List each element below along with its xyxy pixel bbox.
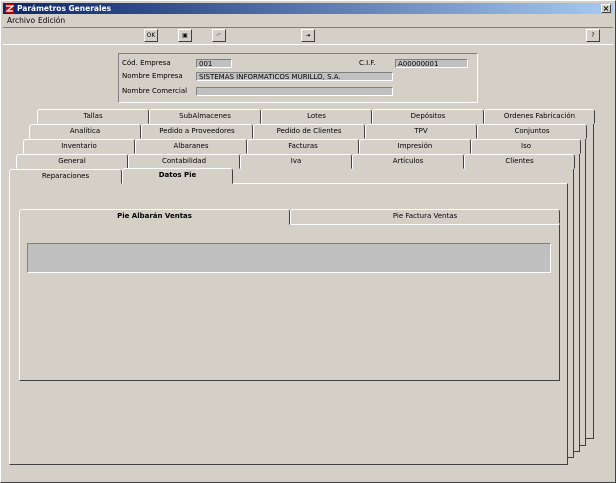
tab-analitica[interactable]: Analítica (29, 124, 141, 139)
menu-edicion[interactable]: Edición (38, 15, 65, 26)
nombre-comercial-label: Nombre Comercial (122, 87, 188, 95)
exit-button[interactable]: ⇥ (301, 29, 315, 42)
menu-archivo[interactable]: Archivo (7, 15, 35, 26)
tab-pedido-proveedores[interactable]: Pedido a Proveedores (141, 124, 253, 139)
tab-lotes[interactable]: Lotes (261, 109, 372, 124)
subtab-pie-albaran-ventas[interactable]: Pie Albarán Ventas (19, 209, 290, 225)
tab-reparaciones[interactable]: Reparaciones (9, 169, 122, 184)
app-icon (5, 4, 14, 13)
tab-subalmacenes[interactable]: SubAlmacenes (149, 109, 261, 124)
tab-pedido-clientes[interactable]: Pedido de Clientes (253, 124, 365, 139)
tab-ordenes-fabricacion[interactable]: Ordenes Fabricación (484, 109, 595, 124)
ok-button[interactable]: OK (144, 29, 158, 42)
menu-bar: Archivo Edición (3, 15, 613, 26)
tab-contabilidad[interactable]: Contabilidad (128, 154, 240, 169)
tab-iva[interactable]: Iva (240, 154, 352, 169)
tab-articulos[interactable]: Artículos (352, 154, 464, 169)
main-window: Parámetros Generales × Archivo Edición O… (0, 0, 616, 483)
tab-inventario[interactable]: Inventario (23, 139, 135, 154)
tab-albaranes[interactable]: Albaranes (135, 139, 247, 154)
help-button[interactable]: ? (586, 29, 600, 42)
cif-field[interactable]: A00000001 (395, 59, 468, 68)
toolbar: OK ▣ ↶ ⇥ ? (3, 27, 613, 45)
cif-label: C.I.F. (359, 59, 376, 67)
subtab-pie-factura-ventas[interactable]: Pie Factura Ventas (290, 209, 560, 224)
tab-iso[interactable]: Iso (471, 139, 581, 154)
pie-albaran-text-field[interactable] (27, 243, 551, 273)
tab-depositos[interactable]: Depósitos (372, 109, 484, 124)
nombre-empresa-field[interactable]: SISTEMAS INFORMATICOS MURILLO, S.A. (196, 72, 393, 81)
close-button[interactable]: × (601, 4, 611, 13)
title-bar: Parámetros Generales × (3, 3, 613, 14)
tab-impresion[interactable]: Impresión (359, 139, 471, 154)
nombre-comercial-field[interactable] (196, 87, 393, 96)
undo-button[interactable]: ↶ (212, 29, 226, 42)
save-button[interactable]: ▣ (178, 29, 192, 42)
tab-general[interactable]: General (16, 154, 128, 169)
tab-tpv[interactable]: TPV (365, 124, 477, 139)
tab-facturas[interactable]: Facturas (247, 139, 359, 154)
nombre-empresa-label: Nombre Empresa (122, 72, 183, 80)
tab-conjuntos[interactable]: Conjuntos (477, 124, 587, 139)
tab-datos-pie[interactable]: Datos Pie (122, 168, 233, 184)
tab-clientes[interactable]: Clientes (464, 154, 575, 169)
tab-tallas[interactable]: Tallas (37, 109, 149, 124)
window-title: Parámetros Generales (17, 4, 112, 13)
cod-empresa-field[interactable]: 001 (196, 59, 232, 68)
cod-empresa-label: Cód. Empresa (122, 59, 171, 67)
